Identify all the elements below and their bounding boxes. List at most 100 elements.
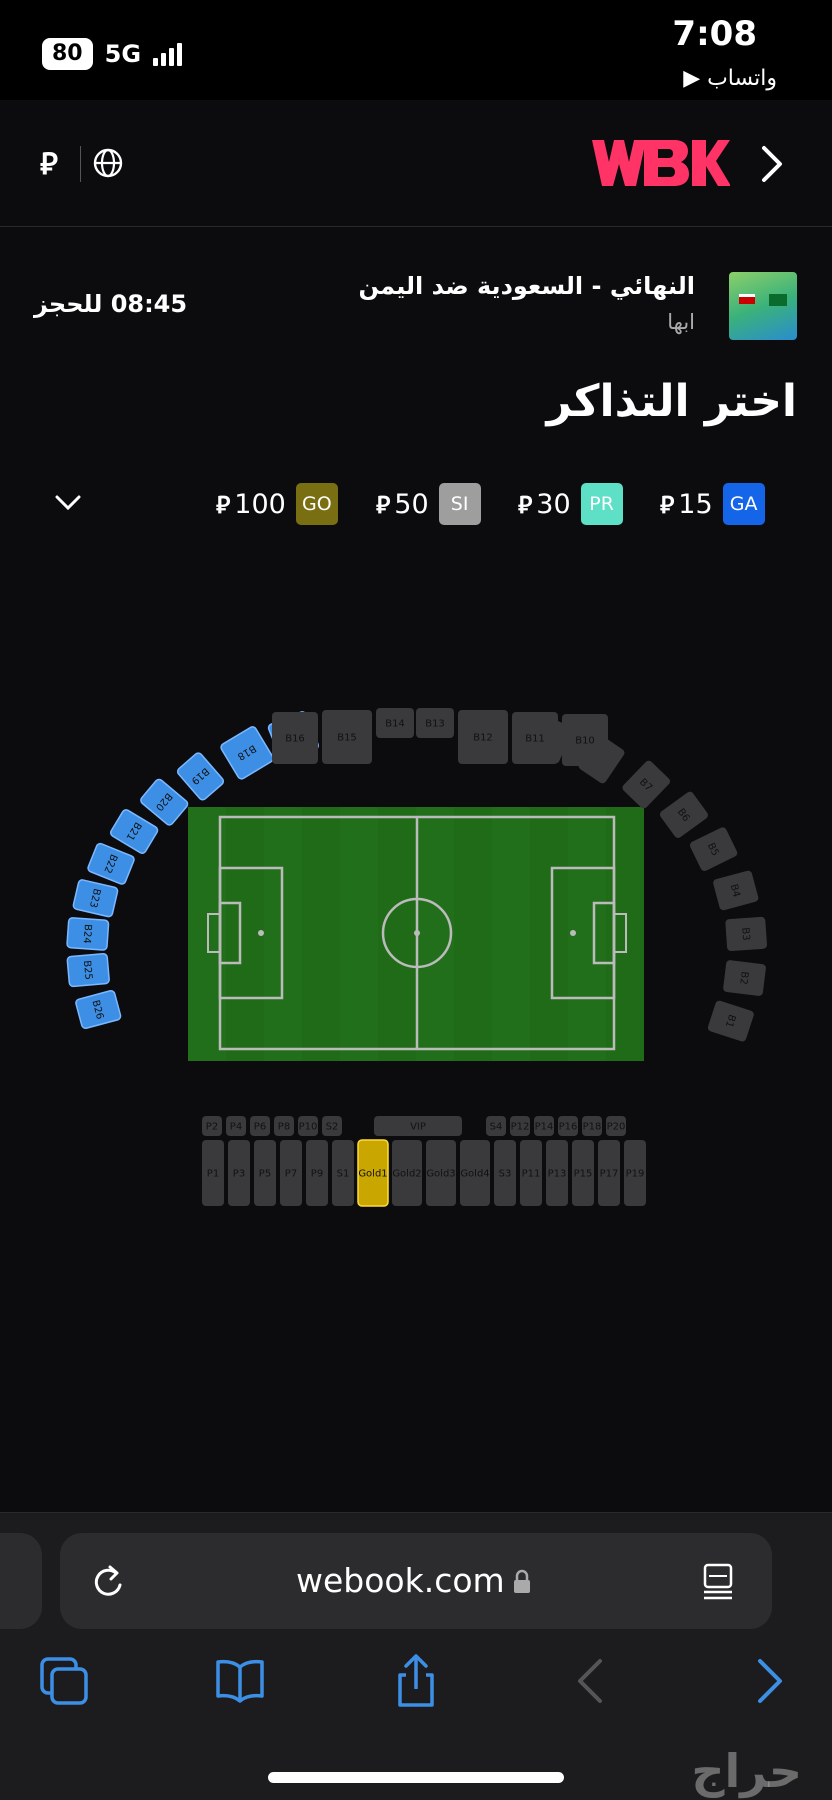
section-label: B15: [337, 733, 357, 744]
section-p18[interactable]: P18: [582, 1116, 602, 1136]
section-p20[interactable]: P20: [606, 1116, 626, 1136]
pitch: [188, 807, 644, 1061]
section-p10[interactable]: P10: [298, 1116, 318, 1136]
section-p13[interactable]: P13: [546, 1140, 568, 1206]
section-p15[interactable]: P15: [572, 1140, 594, 1206]
section-gold4[interactable]: Gold4: [460, 1140, 490, 1206]
chevron-right-icon[interactable]: [758, 144, 786, 184]
tier-code: PR: [580, 483, 623, 525]
tier-price: ⃁ 30: [518, 488, 571, 520]
signal-icon: [153, 42, 183, 66]
url-text: webook.com: [296, 1561, 505, 1600]
currency-selector[interactable]: ⃁: [40, 144, 58, 183]
section-b4[interactable]: B4: [712, 870, 759, 911]
section-b11[interactable]: B11: [512, 712, 558, 764]
section-label: B3: [739, 927, 751, 941]
section-gold3[interactable]: Gold3: [426, 1140, 456, 1206]
section-b5[interactable]: B5: [689, 826, 739, 872]
section-p8[interactable]: P8: [274, 1116, 294, 1136]
section-b1[interactable]: B1: [707, 1000, 755, 1043]
section-p7[interactable]: P7: [280, 1140, 302, 1206]
back-to-app-link[interactable]: واتساب ▶: [683, 66, 777, 91]
section-b26[interactable]: B26: [75, 990, 122, 1030]
section-p9[interactable]: P9: [306, 1140, 328, 1206]
section-p16[interactable]: P16: [558, 1116, 578, 1136]
section-label: P5: [259, 1169, 271, 1180]
section-label: B13: [425, 719, 445, 730]
section-p14[interactable]: P14: [534, 1116, 554, 1136]
section-b25[interactable]: B25: [66, 952, 110, 988]
lock-icon: [514, 1569, 530, 1593]
section-b14[interactable]: B14: [376, 708, 414, 738]
section-p6[interactable]: P6: [250, 1116, 270, 1136]
header-divider: [80, 146, 81, 182]
previous-tab[interactable]: [0, 1533, 42, 1629]
section-b6[interactable]: B6: [658, 790, 709, 839]
section-p4[interactable]: P4: [226, 1116, 246, 1136]
section-b7[interactable]: B7: [621, 759, 672, 810]
section-p17[interactable]: P17: [598, 1140, 620, 1206]
section-label: B10: [575, 736, 595, 747]
section-b3[interactable]: B3: [725, 916, 767, 952]
section-s1[interactable]: S1: [332, 1140, 354, 1206]
section-s3[interactable]: S3: [494, 1140, 516, 1206]
section-b21[interactable]: B21: [109, 808, 159, 854]
section-b18[interactable]: B18: [220, 725, 275, 780]
tier-ga[interactable]: ⃁ 15 GA: [660, 483, 765, 525]
section-p11[interactable]: P11: [520, 1140, 542, 1206]
section-label: B11: [525, 734, 545, 745]
section-b19[interactable]: B19: [176, 751, 225, 801]
section-label: B25: [81, 960, 94, 980]
flag-icon: [739, 294, 755, 304]
section-b20[interactable]: B20: [139, 778, 189, 827]
section-b22[interactable]: B22: [87, 842, 135, 885]
section-p19[interactable]: P19: [624, 1140, 646, 1206]
section-s2[interactable]: S2: [322, 1116, 342, 1136]
section-label: P17: [600, 1169, 619, 1180]
share-icon[interactable]: [388, 1653, 444, 1709]
section-label: Gold1: [358, 1169, 387, 1180]
reader-icon[interactable]: [700, 1561, 736, 1601]
webook-logo[interactable]: [592, 140, 730, 186]
tier-go[interactable]: ⃁ 100 GO: [216, 483, 338, 525]
reload-icon[interactable]: [90, 1561, 128, 1601]
section-b23[interactable]: B23: [72, 879, 119, 918]
section-b16[interactable]: B16: [272, 712, 318, 764]
tier-si[interactable]: ⃁ 50 SI: [376, 483, 481, 525]
tier-price: ⃁ 50: [376, 488, 429, 520]
section-gold1[interactable]: Gold1: [357, 1139, 389, 1207]
chevron-down-icon[interactable]: [54, 494, 82, 512]
globe-icon[interactable]: [92, 147, 124, 179]
section-s4[interactable]: S4: [486, 1116, 506, 1136]
section-p3[interactable]: P3: [228, 1140, 250, 1206]
section-p1[interactable]: P1: [202, 1140, 224, 1206]
section-p2[interactable]: P2: [202, 1116, 222, 1136]
section-p5[interactable]: P5: [254, 1140, 276, 1206]
section-label: S3: [499, 1169, 512, 1180]
status-bar: 80 5G 7:08 واتساب ▶: [0, 0, 832, 100]
tier-pr[interactable]: ⃁ 30 PR: [518, 483, 623, 525]
section-b10[interactable]: B10: [562, 714, 608, 766]
section-b12[interactable]: B12: [458, 710, 508, 764]
section-label: S1: [337, 1169, 350, 1180]
section-b15[interactable]: B15: [322, 710, 372, 764]
section-label: P20: [607, 1122, 626, 1133]
section-label: P16: [559, 1122, 578, 1133]
section-vip[interactable]: VIP: [374, 1116, 462, 1136]
home-indicator: [268, 1772, 564, 1783]
section-b13[interactable]: B13: [416, 708, 454, 738]
section-b24[interactable]: B24: [66, 917, 110, 951]
section-b2[interactable]: B2: [723, 960, 767, 997]
stadium-map[interactable]: B17B18B19B20B21B22B23B24B25B26B9B8B7B6B5…: [0, 700, 832, 1220]
tabs-icon[interactable]: [36, 1653, 92, 1709]
section-label: B16: [285, 734, 305, 745]
forward-icon[interactable]: [740, 1653, 796, 1709]
section-label: P1: [207, 1169, 219, 1180]
section-label: P3: [233, 1169, 245, 1180]
address-bar[interactable]: webook.com: [60, 1533, 772, 1629]
section-label: P4: [230, 1122, 242, 1133]
section-p12[interactable]: P12: [510, 1116, 530, 1136]
section-gold2[interactable]: Gold2: [392, 1140, 422, 1206]
bookmarks-icon[interactable]: [212, 1653, 268, 1709]
section-label: P18: [583, 1122, 602, 1133]
